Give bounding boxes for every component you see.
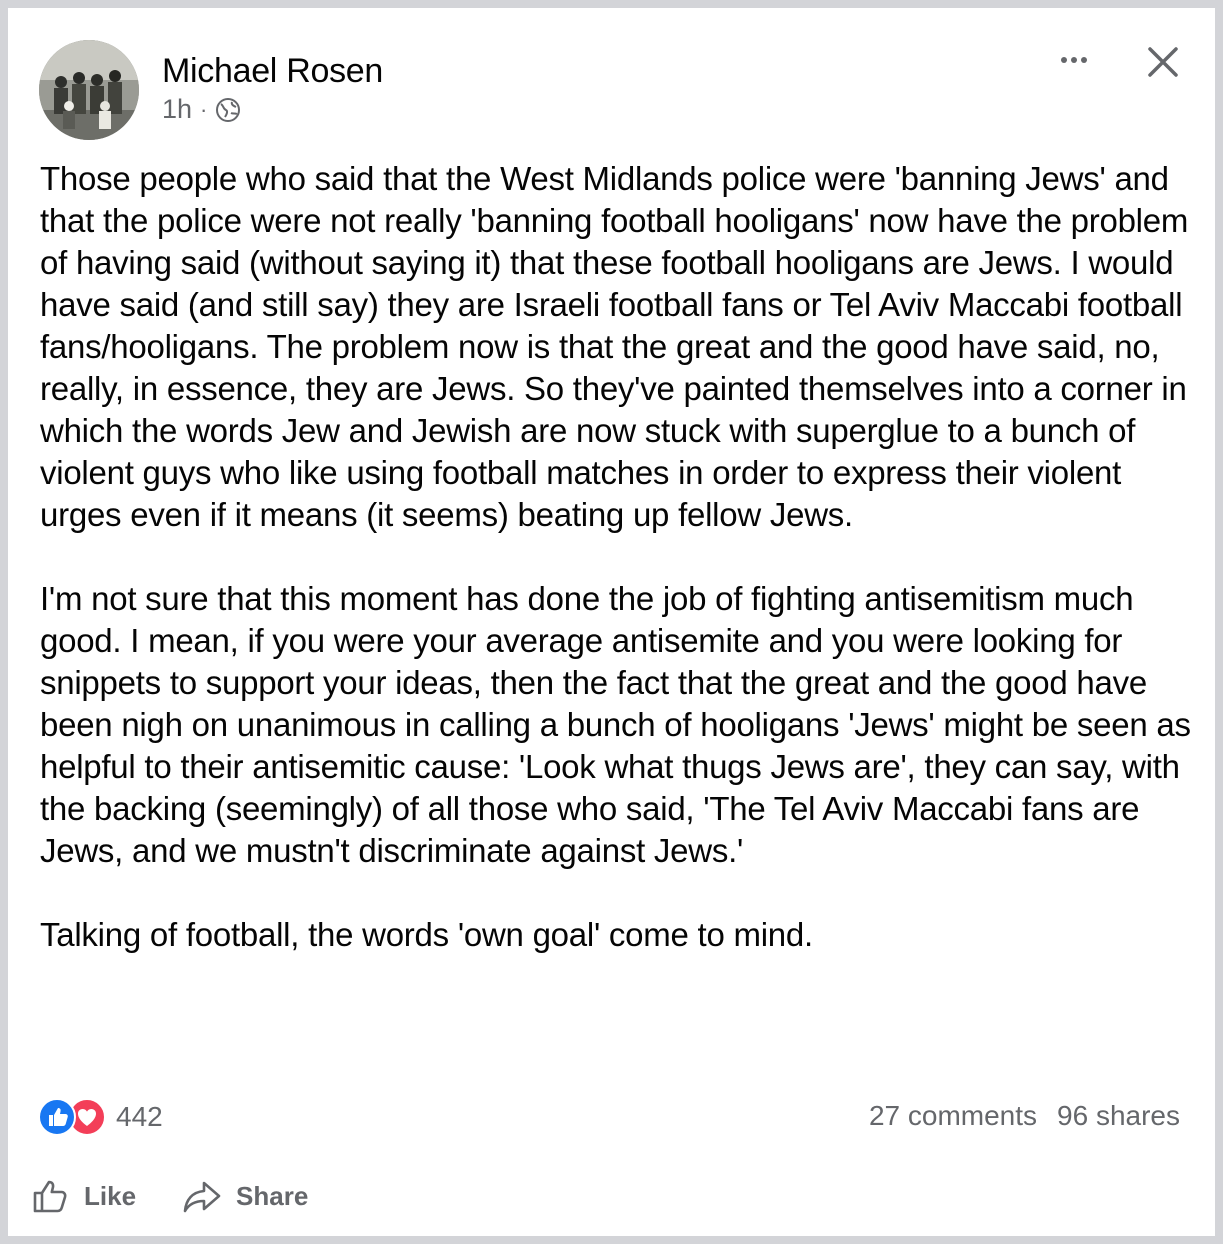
globe-icon xyxy=(216,97,241,122)
post-paragraph: I'm not sure that this moment has done t… xyxy=(40,580,1191,869)
post-meta: 1h · xyxy=(162,94,241,125)
reaction-count: 442 xyxy=(116,1101,163,1132)
author-name[interactable]: Michael Rosen xyxy=(162,52,383,91)
like-button[interactable]: Like xyxy=(30,1176,136,1216)
share-label: Share xyxy=(236,1180,309,1211)
share-arrow-icon xyxy=(183,1181,221,1213)
share-button[interactable]: Share xyxy=(182,1176,308,1216)
post-body: Those people who said that the West Midl… xyxy=(40,158,1200,998)
post-stats: 27 comments 96 shares xyxy=(869,1100,1180,1132)
shares-count[interactable]: 96 shares xyxy=(1057,1100,1180,1132)
post-paragraph: Talking of football, the words 'own goal… xyxy=(40,916,813,953)
avatar-photo xyxy=(39,40,139,140)
post-paragraph: Those people who said that the West Midl… xyxy=(40,160,1189,533)
like-reaction-icon xyxy=(38,1098,76,1136)
close-icon[interactable] xyxy=(1145,44,1181,80)
comments-count[interactable]: 27 comments xyxy=(869,1100,1037,1132)
post-card: Michael Rosen 1h · Those people who said… xyxy=(8,8,1215,1236)
action-bar: Like Share xyxy=(30,1176,308,1216)
more-horizontal-icon[interactable] xyxy=(1056,48,1092,72)
thumbs-up-icon xyxy=(33,1180,67,1213)
like-label: Like xyxy=(84,1180,137,1211)
avatar[interactable] xyxy=(39,40,139,140)
reactions-summary[interactable]: 442 xyxy=(38,1098,163,1136)
post-time[interactable]: 1h xyxy=(162,94,192,125)
meta-separator: · xyxy=(200,96,208,122)
